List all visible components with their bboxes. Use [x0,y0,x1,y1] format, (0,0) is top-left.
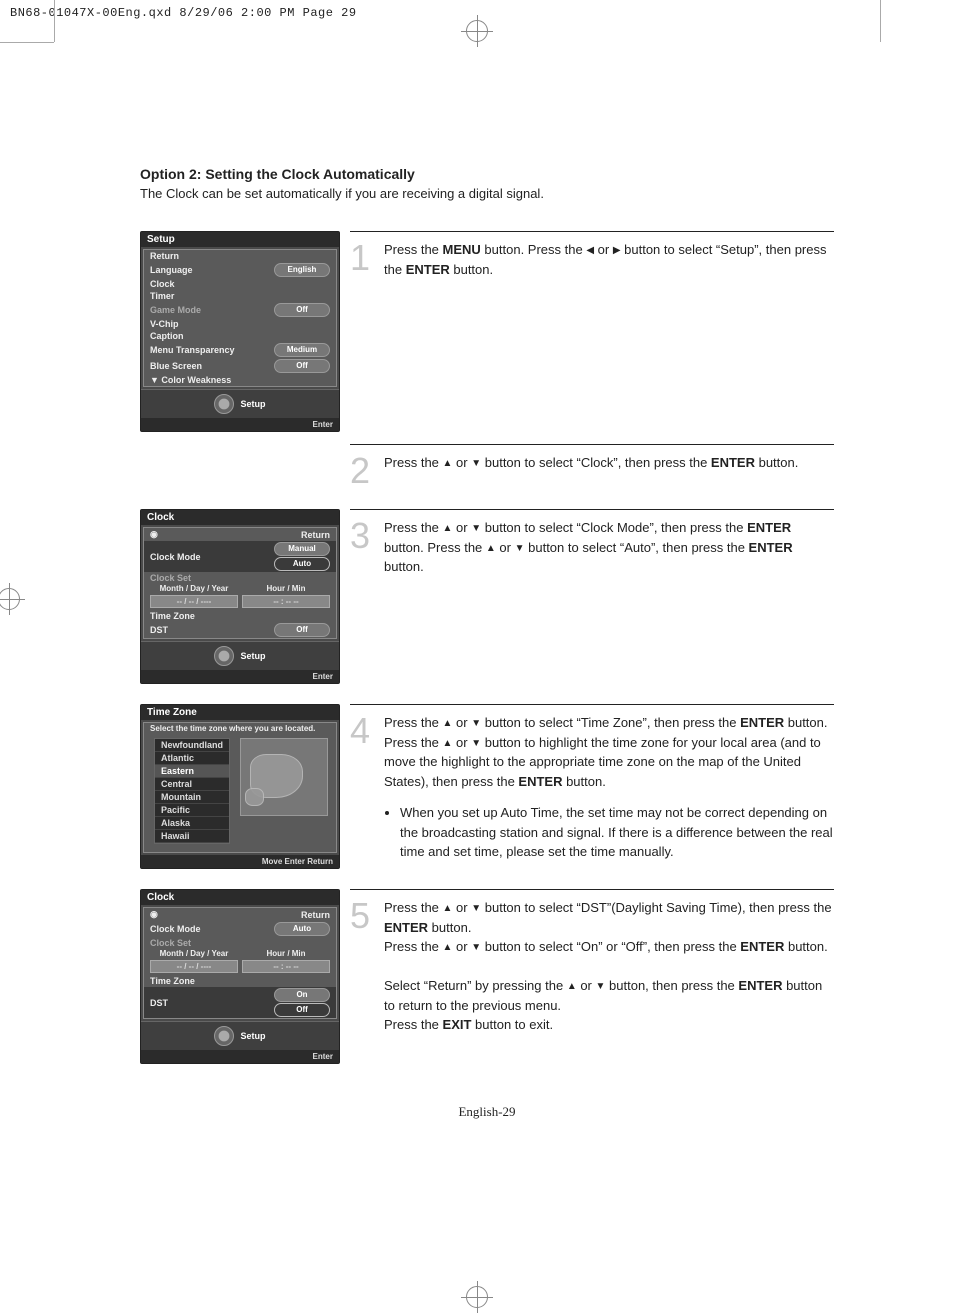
osd-bottombar: Enter [141,418,339,431]
menu-item[interactable]: Clock [144,278,336,290]
osd-prompt: Select the time zone where you are locat… [144,723,336,734]
step-number: 2 [350,453,378,489]
down-arrow-icon: ▼ [515,543,525,554]
time-zone-list[interactable]: Newfoundland Atlantic Eastern Central Mo… [154,738,230,844]
list-item[interactable]: Hawaii [155,830,229,843]
menu-item[interactable]: LanguageEnglish [144,262,336,278]
menu-item[interactable]: Caption [144,330,336,342]
menu-item[interactable]: Menu TransparencyMedium [144,342,336,358]
step-number: 4 [350,713,378,749]
down-arrow-icon: ▼ [596,981,606,992]
osd-title: Setup [141,232,339,247]
list-item[interactable]: Mountain [155,791,229,804]
menu-item[interactable]: V-Chip [144,318,336,330]
gear-icon [214,1026,234,1046]
osd-title: Clock [141,510,339,525]
menu-item-dst[interactable]: DSTOff [144,622,336,638]
gear-icon [214,394,234,414]
osd-bottombar: Enter [141,1050,339,1063]
note-text: When you set up Auto Time, the set time … [400,803,834,862]
menu-item-clock-set: Clock Set [144,572,336,584]
section-heading: Option 2: Setting the Clock Automaticall… [140,166,834,182]
menu-item-return[interactable]: Return [144,250,336,262]
up-arrow-icon: ▲ [443,903,453,914]
gear-icon [214,646,234,666]
step-number: 1 [350,240,378,276]
registration-mark [466,1286,488,1308]
menu-item[interactable]: Timer [144,290,336,302]
list-item[interactable]: Atlantic [155,752,229,765]
step-text: Press the ▲ or ▼ button to select “Time … [384,713,834,862]
down-arrow-icon: ▼ [471,942,481,953]
menu-item-dst[interactable]: DST On Off [144,987,336,1018]
osd-title: Clock [141,890,339,905]
osd-setup: Setup Return LanguageEnglish Clock Timer… [140,231,340,432]
up-arrow-icon: ▲ [443,718,453,729]
osd-title: Time Zone [141,705,339,720]
step-text: Press the ▲ or ▼ button to select “Clock… [384,453,798,473]
menu-item-clock-set: Clock Set [144,937,336,949]
down-arrow-icon: ▼ [471,523,481,534]
menu-item[interactable]: Blue ScreenOff [144,358,336,374]
up-arrow-icon: ▲ [443,458,453,469]
page-number: English-29 [140,1104,834,1120]
step-text: Press the ▲ or ▼ button to select “DST”(… [384,898,834,1035]
step-text: Press the MENU button. Press the ◀ or ▶ … [384,240,834,279]
right-arrow-icon: ▶ [613,245,621,256]
up-arrow-icon: ▲ [443,523,453,534]
list-item[interactable]: Pacific [155,804,229,817]
osd-time-zone: Time Zone Select the time zone where you… [140,704,340,869]
down-arrow-icon: ▼ [471,458,481,469]
osd-bottombar: Enter [141,670,339,683]
down-arrow-icon: ▼ [471,903,481,914]
list-item[interactable]: Eastern [155,765,229,778]
up-arrow-icon: ▲ [443,942,453,953]
down-arrow-icon: ▼ [471,718,481,729]
step-number: 3 [350,518,378,554]
list-item[interactable]: Alaska [155,817,229,830]
menu-item-return[interactable]: ◉ Return [144,908,336,921]
osd-clock-dst: Clock ◉ Return Clock ModeAuto Clock Set … [140,889,340,1064]
list-item[interactable]: Newfoundland [155,739,229,752]
intro-text: The Clock can be set automatically if yo… [140,186,834,201]
menu-item-time-zone[interactable]: Time Zone [144,610,336,622]
up-arrow-icon: ▲ [567,981,577,992]
menu-item[interactable]: ▼ Color Weakness [144,374,336,386]
menu-item-clock-mode[interactable]: Clock ModeAuto [144,921,336,937]
up-arrow-icon: ▲ [443,738,453,749]
time-zone-map [240,738,328,816]
menu-item-return[interactable]: ◉ Return [144,528,336,541]
osd-bottombar: Move Enter Return [141,855,339,868]
menu-item-clock-mode[interactable]: Clock Mode Manual Auto [144,541,336,572]
left-arrow-icon: ◀ [586,245,594,256]
osd-clock: Clock ◉ Return Clock Mode Manual Auto Cl… [140,509,340,684]
step-number: 5 [350,898,378,934]
up-arrow-icon: ▲ [486,543,496,554]
menu-item-time-zone[interactable]: Time Zone [144,975,336,987]
step-text: Press the ▲ or ▼ button to select “Clock… [384,518,834,577]
menu-item: Game ModeOff [144,302,336,318]
list-item[interactable]: Central [155,778,229,791]
down-arrow-icon: ▼ [471,738,481,749]
